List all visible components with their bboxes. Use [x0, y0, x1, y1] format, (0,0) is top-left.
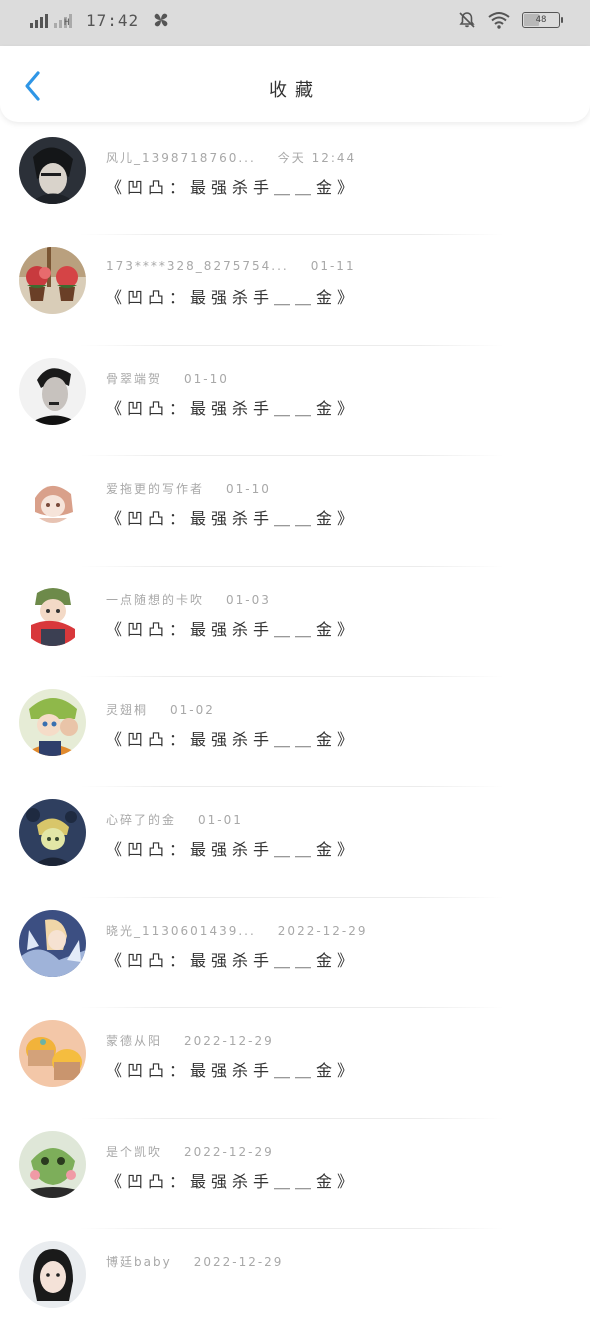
item-username: 骨翠端贺 [106, 371, 163, 386]
avatar[interactable] [19, 909, 86, 977]
list-item[interactable]: 蒙德从阳 2022-12-29 《凹凸：最强杀手＿＿金》 [0, 1008, 590, 1119]
item-username: 是个凯吹 [106, 1144, 163, 1159]
item-date: 01-10 [226, 482, 271, 497]
wifi-icon [488, 12, 510, 29]
item-meta: 晓光_1130601439... 2022-12-29 [106, 922, 368, 939]
battery-icon: 48 [522, 12, 563, 28]
list-item[interactable]: 爱拖更的写作者 01-10 《凹凸：最强杀手＿＿金》 [0, 456, 590, 567]
item-title: 《凹凸：最强杀手＿＿金》 [106, 178, 359, 197]
status-right: 48 [458, 11, 563, 29]
item-meta: 是个凯吹 2022-12-29 [106, 1143, 274, 1160]
list-item[interactable]: 心碎了的金 01-01 《凹凸：最强杀手＿＿金》 [0, 787, 590, 898]
item-username: 蒙德从阳 [106, 1034, 163, 1049]
item-title: 《凹凸：最强杀手＿＿金》 [106, 840, 359, 860]
item-date: 01-02 [170, 702, 215, 717]
item-title: 《凹凸：最强杀手＿＿金》 [106, 950, 359, 970]
item-date: 01-01 [198, 813, 243, 828]
list-item[interactable]: 173****328_8275754... 01-11 《凹凸：最强杀手＿＿金》 [0, 235, 590, 346]
item-date: 2022-12-29 [184, 1144, 274, 1159]
item-username: 晓光_1130601439... [106, 923, 256, 938]
item-meta: 风儿_1398718760... 今天 12:44 [106, 149, 356, 166]
avatar[interactable] [19, 1020, 86, 1088]
item-username: 173****328_8275754... [106, 259, 289, 274]
avatar[interactable] [19, 578, 86, 646]
item-date: 今天 12:44 [277, 151, 357, 165]
item-title: 《凹凸：最强杀手＿＿金》 [106, 509, 359, 529]
item-title: 《凹凸：最强杀手＿＿金》 [106, 619, 359, 639]
item-meta: 骨翠端贺 01-10 [106, 370, 229, 387]
avatar[interactable] [19, 1130, 86, 1198]
page-title: 收藏 [269, 80, 321, 101]
item-meta: 一点随想的卡吹 01-03 [106, 591, 271, 608]
battery-level: 48 [535, 15, 547, 25]
item-meta: 爱拖更的写作者 01-10 [106, 480, 271, 497]
nav-bar: 收藏 [0, 46, 590, 122]
item-username: 灵翅桐 [106, 702, 149, 717]
list-item[interactable]: 博廷baby 2022-12-29 [0, 1229, 590, 1339]
item-username: 博廷baby [106, 1254, 172, 1269]
signal-icon [30, 12, 48, 28]
avatar[interactable] [19, 1240, 86, 1308]
avatar[interactable] [19, 799, 86, 867]
item-title: 《凹凸：最强杀手＿＿金》 [106, 729, 359, 749]
list-item[interactable]: 风儿_1398718760... 今天 12:44 《凹凸：最强杀手＿＿金》 [0, 125, 590, 236]
list-item[interactable]: 一点随想的卡吹 01-03 《凹凸：最强杀手＿＿金》 [0, 567, 590, 677]
item-meta: 蒙德从阳 2022-12-29 [106, 1032, 274, 1049]
item-meta: 173****328_8275754... 01-11 [106, 259, 356, 273]
bell-off-icon [459, 12, 475, 28]
item-username: 心碎了的金 [106, 813, 177, 828]
item-meta: 灵翅桐 01-02 [106, 701, 215, 718]
list-item[interactable]: 灵翅桐 01-02 《凹凸：最强杀手＿＿金》 [0, 677, 590, 788]
item-title: 《凹凸：最强杀手＿＿金》 [106, 1061, 359, 1081]
favorites-list: 风儿_1398718760... 今天 12:44 《凹凸：最强杀手＿＿金》 17… [0, 125, 590, 1339]
item-date: 2022-12-29 [277, 923, 368, 938]
list-item[interactable]: 是个凯吹 2022-12-29 《凹凸：最强杀手＿＿金》 [0, 1119, 590, 1229]
item-meta: 心碎了的金 01-01 [106, 811, 243, 828]
status-time: 17:42 [86, 10, 140, 30]
item-title: 《凹凸：最强杀手＿＿金》 [106, 288, 359, 308]
item-meta: 博廷baby 2022-12-29 [106, 1253, 283, 1270]
item-date: 01-10 [184, 371, 229, 386]
avatar[interactable] [19, 357, 86, 425]
item-date: 01-03 [226, 592, 271, 607]
network-type: H [64, 18, 70, 28]
item-username: 一点随想的卡吹 [106, 592, 205, 607]
status-bar: H 17:42 48 [0, 0, 590, 46]
item-date: 2022-12-29 [193, 1254, 284, 1269]
item-username: 风儿_1398718760... [106, 151, 256, 165]
item-title: 《凹凸：最强杀手＿＿金》 [106, 398, 359, 418]
item-title: 《凹凸：最强杀手＿＿金》 [106, 1171, 359, 1191]
list-item[interactable]: 晓光_1130601439... 2022-12-29 《凹凸：最强杀手＿＿金》 [0, 898, 590, 1009]
status-left: H 17:42 [30, 10, 171, 30]
item-username: 爱拖更的写作者 [106, 482, 205, 497]
avatar[interactable] [19, 247, 86, 315]
fan-icon [154, 13, 168, 27]
item-date: 01-11 [310, 259, 356, 274]
avatar[interactable] [19, 137, 86, 204]
item-date: 2022-12-29 [184, 1034, 274, 1049]
avatar[interactable] [19, 688, 86, 756]
list-item[interactable]: 骨翠端贺 01-10 《凹凸：最强杀手＿＿金》 [0, 346, 590, 457]
avatar[interactable] [19, 468, 86, 536]
